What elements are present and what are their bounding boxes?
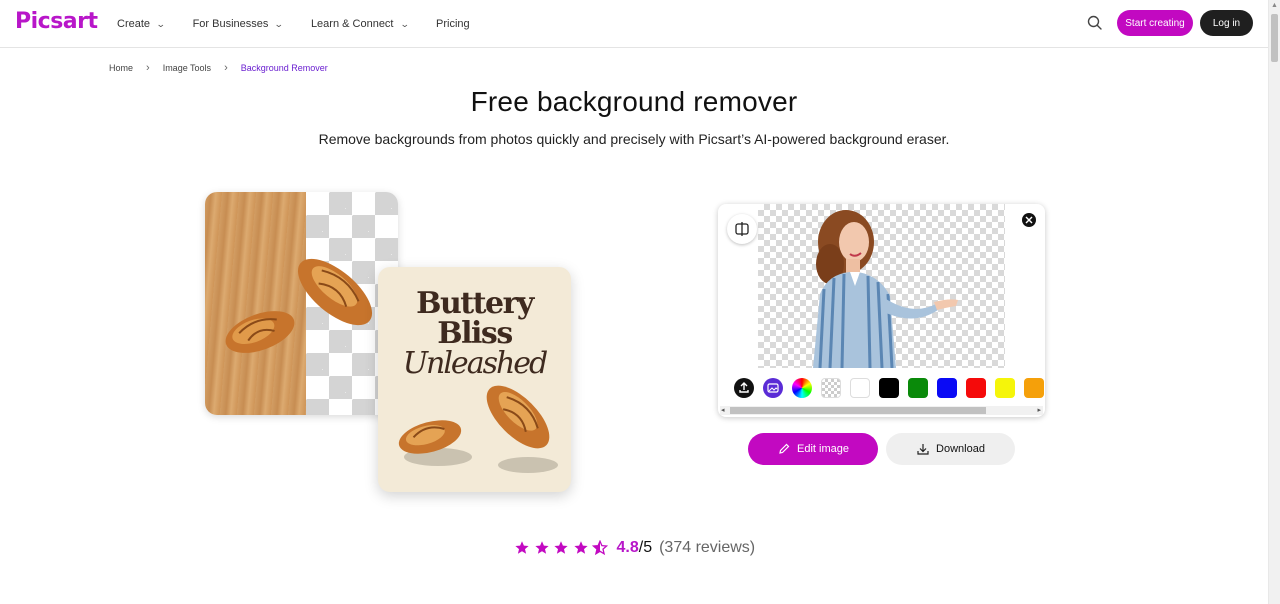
star-full-icon bbox=[573, 541, 588, 554]
swatch-yellow[interactable] bbox=[995, 378, 1015, 398]
download-label: Download bbox=[936, 443, 985, 455]
chevron-down-icon: ⌄ bbox=[274, 18, 285, 29]
chevron-right-icon: › bbox=[224, 62, 228, 74]
start-creating-button[interactable]: Start creating bbox=[1117, 10, 1193, 36]
site-header: Picsart Create ⌄ For Businesses ⌄ Learn … bbox=[0, 0, 1268, 48]
nav-pricing[interactable]: Pricing bbox=[436, 18, 470, 30]
croissants-image bbox=[225, 258, 373, 353]
nav-for-businesses[interactable]: For Businesses ⌄ bbox=[192, 18, 285, 30]
background-remover-preview: ◂ ▸ bbox=[718, 204, 1045, 417]
rating-summary: 4.8 /5 (374 reviews) bbox=[514, 536, 755, 560]
page-title: Free background remover bbox=[470, 86, 798, 117]
nav-pricing-label: Pricing bbox=[436, 18, 470, 30]
upload-background-button[interactable] bbox=[734, 378, 754, 398]
scroll-left-arrow-icon[interactable]: ◂ bbox=[721, 406, 725, 414]
swatch-white[interactable] bbox=[850, 378, 870, 398]
nav-for-businesses-label: For Businesses bbox=[192, 18, 269, 30]
poster-headline: Buttery Bliss Unleashed bbox=[378, 289, 571, 379]
swatch-green[interactable] bbox=[908, 378, 928, 398]
poster-line-1: Buttery bbox=[416, 286, 534, 321]
swatch-blue[interactable] bbox=[937, 378, 957, 398]
swatch-orange[interactable] bbox=[1024, 378, 1044, 398]
ai-image-icon bbox=[767, 383, 779, 393]
download-icon bbox=[917, 444, 929, 455]
scroll-right-arrow-icon[interactable]: ▸ bbox=[1037, 406, 1041, 414]
star-half-icon bbox=[592, 540, 608, 556]
nav-learn-connect-label: Learn & Connect bbox=[310, 18, 394, 30]
pencil-icon bbox=[779, 443, 790, 454]
compare-toggle-button[interactable] bbox=[727, 214, 757, 244]
edit-image-button[interactable]: Edit image bbox=[748, 433, 878, 465]
nav-create[interactable]: Create ⌄ bbox=[117, 18, 166, 30]
main-nav: Create ⌄ For Businesses ⌄ Learn & Connec… bbox=[117, 0, 498, 48]
ai-background-button[interactable] bbox=[763, 378, 783, 398]
rating-score: 4.8 bbox=[616, 539, 639, 556]
log-in-button[interactable]: Log in bbox=[1200, 10, 1253, 36]
poster-line-2: Bliss bbox=[437, 316, 513, 351]
close-icon[interactable] bbox=[1022, 213, 1036, 227]
scroll-up-arrow-icon[interactable]: ▲ bbox=[1271, 2, 1278, 9]
picsart-logo[interactable]: Picsart bbox=[15, 9, 98, 34]
poster-line-3: Unleashed bbox=[402, 346, 549, 381]
star-full-icon bbox=[554, 541, 568, 554]
swatch-black[interactable] bbox=[879, 378, 899, 398]
page-scrollbar[interactable]: ▲ bbox=[1268, 0, 1280, 604]
after-image-card: Buttery Bliss Unleashed bbox=[378, 267, 571, 492]
color-picker-button[interactable] bbox=[792, 378, 812, 398]
upload-icon bbox=[739, 382, 749, 393]
rating-out-of: /5 bbox=[638, 539, 653, 556]
transparent-canvas bbox=[758, 204, 1005, 369]
chevron-down-icon: ⌄ bbox=[399, 18, 410, 29]
nav-create-label: Create bbox=[117, 18, 151, 30]
poster-croissants-image bbox=[398, 385, 558, 473]
breadcrumb-background-remover[interactable]: Background Remover bbox=[241, 63, 328, 73]
breadcrumb-home[interactable]: Home bbox=[109, 63, 133, 73]
before-image-card bbox=[205, 192, 398, 415]
edit-image-label: Edit image bbox=[797, 443, 849, 455]
swatch-transparent[interactable] bbox=[821, 378, 841, 398]
woman-cutout-image bbox=[813, 210, 958, 369]
page-subtitle: Remove backgrounds from photos quickly a… bbox=[318, 131, 950, 147]
split-compare-icon bbox=[735, 222, 749, 236]
nav-learn-connect[interactable]: Learn & Connect ⌄ bbox=[310, 18, 410, 30]
background-swatches bbox=[734, 377, 1045, 399]
chevron-down-icon: ⌄ bbox=[155, 18, 166, 29]
star-full-icon bbox=[515, 541, 529, 554]
swatch-scrollbar-thumb[interactable] bbox=[730, 407, 986, 414]
breadcrumb-image-tools[interactable]: Image Tools bbox=[163, 63, 211, 73]
swatch-scrollbar[interactable]: ◂ ▸ bbox=[720, 406, 1043, 415]
download-button[interactable]: Download bbox=[886, 433, 1015, 465]
scrollbar-thumb[interactable] bbox=[1271, 14, 1278, 62]
rating-stars bbox=[514, 540, 612, 556]
breadcrumb: Home › Image Tools › Background Remover bbox=[109, 62, 328, 74]
rating-reviews-count[interactable]: (374 reviews) bbox=[659, 539, 755, 557]
swatch-red[interactable] bbox=[966, 378, 986, 398]
search-icon[interactable] bbox=[1084, 12, 1106, 34]
chevron-right-icon: › bbox=[146, 62, 150, 74]
star-full-icon bbox=[534, 541, 549, 554]
